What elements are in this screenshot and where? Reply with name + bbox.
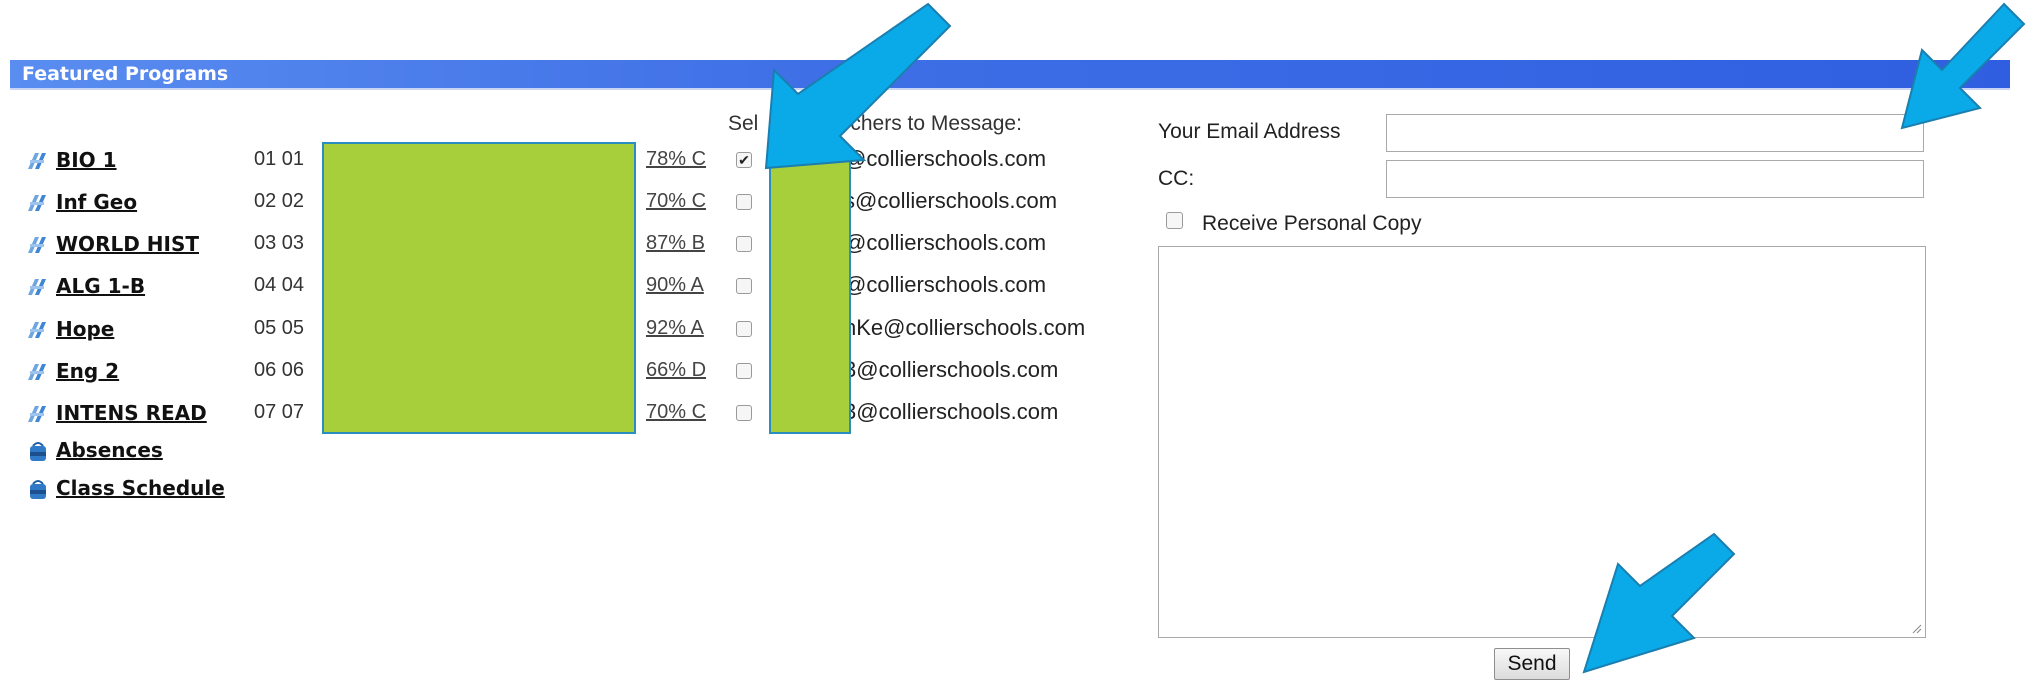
program-row: INTENS READ bbox=[26, 399, 207, 427]
message-textarea[interactable] bbox=[1158, 246, 1926, 638]
teacher-email: 3@collierschools.com bbox=[844, 357, 1059, 382]
period-label: 03 03 bbox=[254, 232, 305, 254]
teacher-email: @collierschools.com bbox=[844, 272, 1047, 297]
grade-link[interactable]: 70% C bbox=[646, 190, 706, 213]
grade-link[interactable]: 78% C bbox=[646, 148, 706, 171]
extra-link[interactable]: Class Schedule bbox=[56, 476, 225, 500]
course-icon bbox=[26, 275, 50, 297]
grade-link[interactable]: 90% A bbox=[646, 274, 704, 297]
teacher-checkbox[interactable]: ✔ bbox=[736, 152, 752, 168]
program-row: Eng 2 bbox=[26, 357, 119, 385]
teacher-checkbox[interactable] bbox=[736, 321, 752, 337]
program-link[interactable]: Inf Geo bbox=[56, 190, 137, 214]
personal-copy-checkbox[interactable] bbox=[1166, 212, 1183, 229]
period-label: 06 06 bbox=[254, 359, 305, 381]
cc-input[interactable] bbox=[1386, 160, 1924, 198]
extra-link-row: Absences bbox=[26, 436, 163, 464]
backpack-icon bbox=[26, 477, 50, 499]
period-label: 07 07 bbox=[254, 401, 305, 423]
grade-link[interactable]: 92% A bbox=[646, 317, 704, 340]
resize-grip-icon[interactable] bbox=[1910, 622, 1922, 634]
period-label: 04 04 bbox=[254, 274, 305, 296]
program-link[interactable]: Hope bbox=[56, 317, 114, 341]
teacher-email: @collierschools.com bbox=[844, 146, 1047, 171]
teacher-checkbox[interactable] bbox=[736, 236, 752, 252]
program-link[interactable]: WORLD HIST bbox=[56, 232, 199, 256]
grade-link[interactable]: 87% B bbox=[646, 232, 705, 255]
redacted-teacher-names bbox=[322, 142, 636, 434]
course-icon bbox=[26, 318, 50, 340]
program-row: Inf Geo bbox=[26, 188, 137, 216]
teacher-checkbox[interactable] bbox=[736, 405, 752, 421]
cc-label: CC: bbox=[1158, 167, 1195, 190]
program-row: ALG 1-B bbox=[26, 272, 145, 300]
select-teachers-label: Sel chers to Message: bbox=[728, 112, 1022, 135]
header-divider bbox=[10, 88, 2010, 90]
email-input[interactable] bbox=[1386, 114, 1924, 152]
extra-link-row: Class Schedule bbox=[26, 474, 225, 502]
course-icon bbox=[26, 402, 50, 424]
course-icon bbox=[26, 233, 50, 255]
grade-link[interactable]: 66% D bbox=[646, 359, 706, 382]
extra-link[interactable]: Absences bbox=[56, 438, 163, 462]
teacher-email: 3@collierschools.com bbox=[844, 399, 1059, 424]
program-link[interactable]: Eng 2 bbox=[56, 359, 119, 383]
program-row: WORLD HIST bbox=[26, 230, 199, 258]
teacher-checkbox[interactable] bbox=[736, 278, 752, 294]
featured-programs-header: Featured Programs bbox=[10, 60, 2010, 88]
teacher-email: @collierschools.com bbox=[844, 230, 1047, 255]
teacher-checkbox[interactable] bbox=[736, 194, 752, 210]
course-icon bbox=[26, 360, 50, 382]
personal-copy-label: Receive Personal Copy bbox=[1202, 212, 1422, 235]
course-icon bbox=[26, 149, 50, 171]
period-label: 05 05 bbox=[254, 317, 305, 339]
program-row: Hope bbox=[26, 315, 114, 343]
backpack-icon bbox=[26, 439, 50, 461]
grade-link[interactable]: 70% C bbox=[646, 401, 706, 424]
course-icon bbox=[26, 191, 50, 213]
teacher-email: nKe@collierschools.com bbox=[844, 315, 1086, 340]
header-title: Featured Programs bbox=[22, 63, 229, 85]
email-label: Your Email Address bbox=[1158, 120, 1341, 143]
program-link[interactable]: BIO 1 bbox=[56, 148, 117, 172]
period-label: 02 02 bbox=[254, 190, 305, 212]
teacher-checkbox[interactable] bbox=[736, 363, 752, 379]
send-button[interactable]: Send bbox=[1494, 648, 1570, 680]
program-link[interactable]: INTENS READ bbox=[56, 401, 207, 425]
teacher-email: s@collierschools.com bbox=[844, 188, 1058, 213]
redacted-teacher-emails bbox=[769, 146, 851, 434]
period-label: 01 01 bbox=[254, 148, 305, 170]
program-row: BIO 1 bbox=[26, 146, 117, 174]
program-link[interactable]: ALG 1-B bbox=[56, 274, 145, 298]
